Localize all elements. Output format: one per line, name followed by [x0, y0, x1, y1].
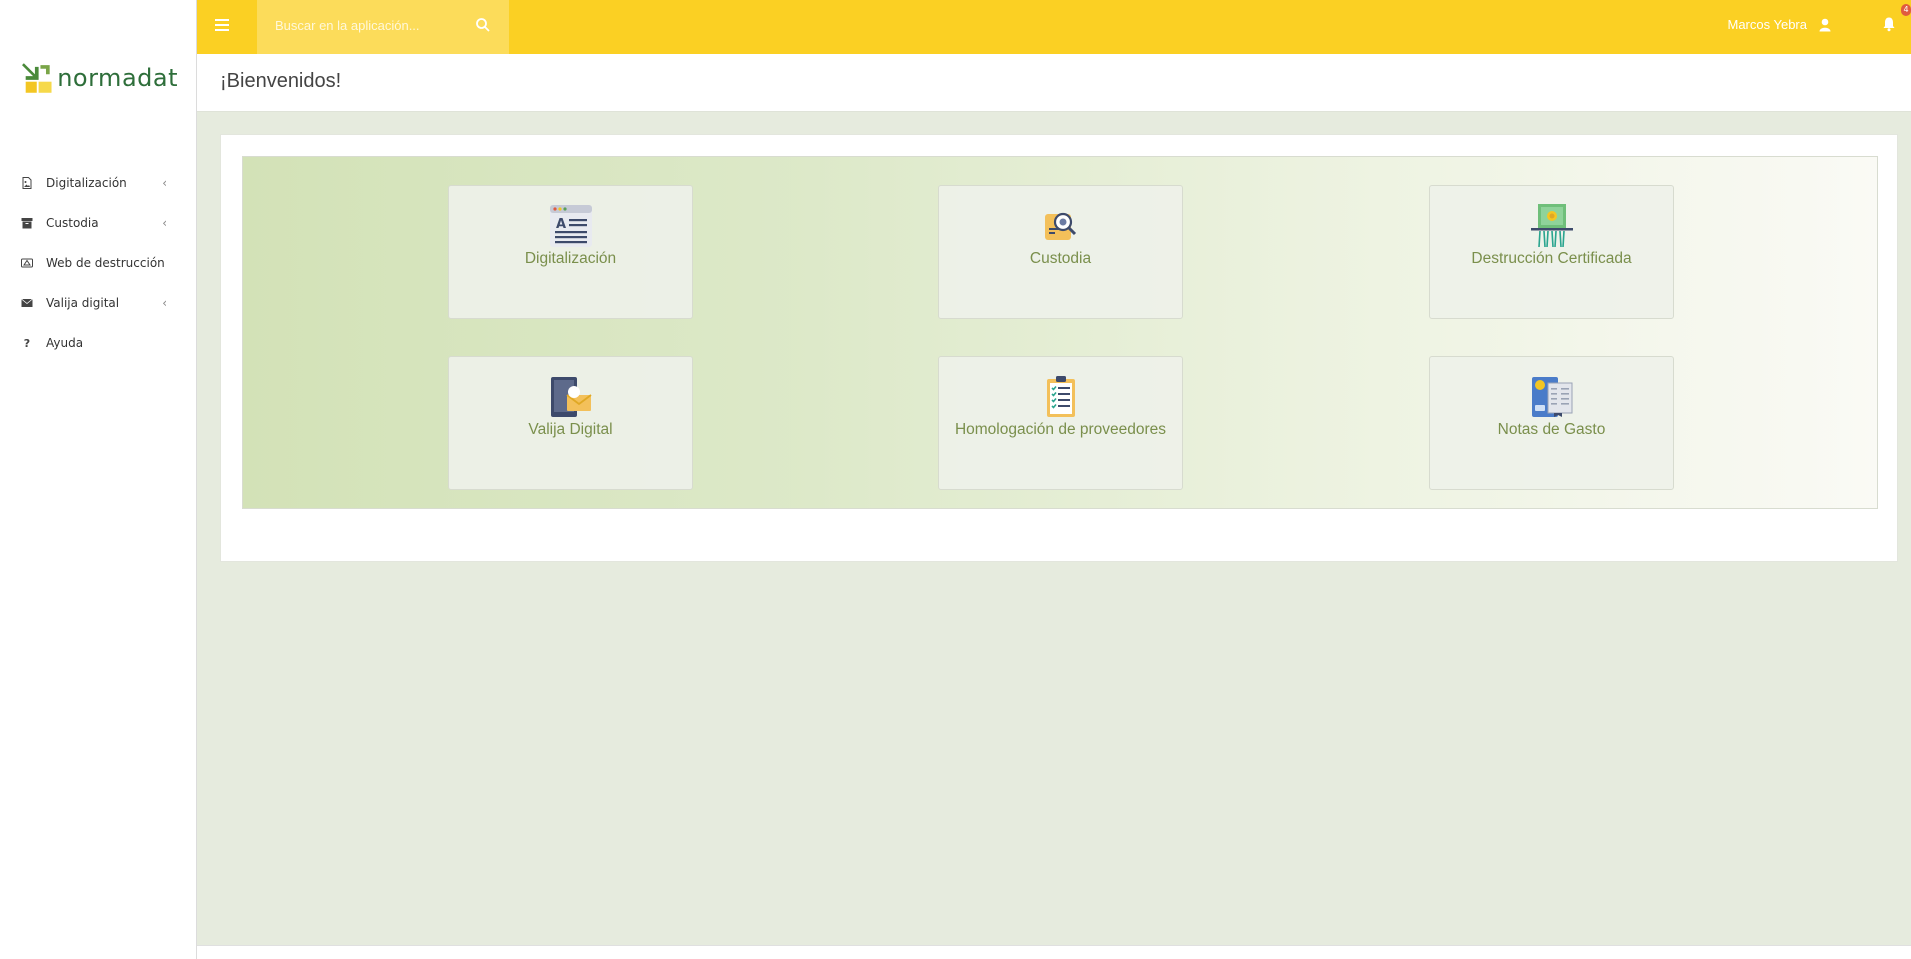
tile-notas-gasto[interactable]: Notas de Gasto: [1429, 356, 1674, 490]
sidebar-nav: Digitalización ‹ Custodia ‹ Web de destr…: [0, 163, 197, 363]
search-box: [257, 0, 509, 54]
file-image-icon: [20, 176, 34, 190]
normadat-logo-icon: [22, 63, 52, 93]
sidebar-item-label: Valija digital: [46, 296, 120, 310]
shredder-certificate-icon: [1530, 204, 1573, 248]
tile-digitalizacion[interactable]: A Digitalización: [448, 185, 693, 319]
hamburger-menu-icon[interactable]: [215, 16, 235, 36]
page-title: ¡Bienvenidos!: [220, 70, 342, 92]
user-menu[interactable]: Marcos Yebra: [1728, 17, 1832, 32]
tile-label: Destrucción Certificada: [1471, 250, 1632, 267]
question-icon: ?: [23, 336, 31, 350]
receipt-card-icon: [1531, 377, 1572, 417]
sidebar-item-web-destruccion[interactable]: Web de destrucción: [0, 243, 197, 283]
tile-label: Homologación de proveedores: [954, 421, 1167, 438]
sidebar-item-digitalizacion[interactable]: Digitalización ‹: [0, 163, 197, 203]
tile-label: Notas de Gasto: [1497, 421, 1606, 438]
shredder-icon: [20, 256, 34, 270]
brand-logo[interactable]: normadat: [22, 58, 178, 98]
sidebar: normadat Digitalización ‹ Custodia ‹ Web…: [0, 0, 197, 959]
tiles-grid: A Digitalización Custodia Destrucción Ce…: [242, 156, 1878, 509]
search-icon[interactable]: [475, 17, 491, 33]
footer: [197, 945, 1911, 959]
clipboard-checklist-icon: [1046, 376, 1075, 417]
sidebar-item-valija-digital[interactable]: Valija digital ‹: [0, 283, 197, 323]
sidebar-item-label: Digitalización: [46, 176, 127, 190]
main-panel: A Digitalización Custodia Destrucción Ce…: [220, 134, 1898, 562]
bell-icon[interactable]: [1881, 16, 1897, 32]
sidebar-item-ayuda[interactable]: ? Ayuda: [0, 323, 197, 363]
top-bar: Marcos Yebra 4: [197, 0, 1911, 54]
sidebar-item-label: Web de destrucción: [46, 256, 165, 270]
user-name: Marcos Yebra: [1727, 17, 1808, 32]
page-header: ¡Bienvenidos!: [197, 54, 1911, 112]
chevron-left-icon: ‹: [162, 296, 167, 310]
tile-label: Custodia: [1029, 250, 1092, 267]
tile-homologacion-proveedores[interactable]: Homologación de proveedores: [938, 356, 1183, 490]
envelope-icon: [20, 296, 34, 310]
svg-text:A: A: [556, 217, 566, 232]
magnifier-folder-icon: [1044, 212, 1076, 240]
document-text-icon: A: [549, 205, 592, 247]
tile-custodia[interactable]: Custodia: [938, 185, 1183, 319]
brand-name: normadat: [57, 64, 178, 92]
tile-valija-digital[interactable]: Valija Digital: [448, 356, 693, 490]
chevron-left-icon: ‹: [162, 216, 167, 230]
notification-badge: 4: [1901, 4, 1911, 16]
sidebar-item-label: Ayuda: [46, 336, 84, 350]
user-icon: [1819, 18, 1831, 31]
tile-destruccion-certificada[interactable]: Destrucción Certificada: [1429, 185, 1674, 319]
tablet-envelope-icon: [550, 377, 592, 417]
tile-label: Valija Digital: [528, 421, 613, 438]
chevron-left-icon: ‹: [162, 176, 167, 190]
sidebar-item-custodia[interactable]: Custodia ‹: [0, 203, 197, 243]
search-input[interactable]: [275, 14, 465, 36]
tile-label: Digitalización: [524, 250, 617, 267]
archive-box-icon: [20, 216, 34, 230]
sidebar-item-label: Custodia: [46, 216, 99, 230]
